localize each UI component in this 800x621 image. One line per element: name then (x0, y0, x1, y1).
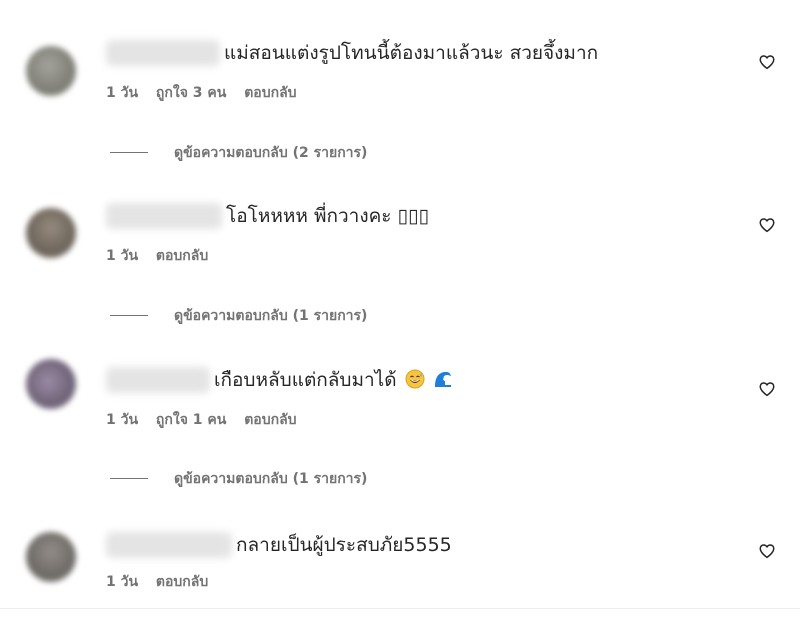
reply-button[interactable]: ตอบกลับ (156, 574, 208, 590)
reply-button[interactable]: ตอบกลับ (244, 412, 296, 428)
comment-text: เกือบหลับแต่กลับมาได้ (214, 367, 453, 393)
likes-count-link[interactable]: ถูกใจ 1 คน (156, 412, 226, 428)
avatar[interactable] (26, 46, 76, 96)
comment-time: 1 วัน (106, 574, 139, 590)
replies-divider-line (110, 315, 148, 316)
comment-meta: 1 วัน ถูกใจ 1 คน ตอบกลับ (106, 410, 310, 430)
username-redacted[interactable] (106, 532, 232, 558)
avatar[interactable] (26, 208, 76, 258)
reply-button[interactable]: ตอบกลับ (156, 248, 208, 264)
grinning-sweat-emoji (405, 369, 425, 389)
comment-time: 1 วัน (106, 248, 139, 264)
comment-meta: 1 วัน ตอบกลับ (106, 246, 221, 266)
view-replies-label: ดูข้อความตอบกลับ (1 รายการ) (174, 471, 368, 487)
heart-outline-icon[interactable] (758, 53, 776, 71)
replies-divider-line (110, 152, 148, 153)
username-redacted[interactable] (106, 40, 220, 66)
comment-meta: 1 วัน ตอบกลับ (106, 572, 221, 592)
avatar[interactable] (26, 359, 76, 409)
likes-count-link[interactable]: ถูกใจ 3 คน (156, 85, 226, 101)
section-divider (0, 608, 800, 609)
view-replies-label: ดูข้อความตอบกลับ (1 รายการ) (174, 308, 368, 324)
reply-button[interactable]: ตอบกลับ (244, 85, 296, 101)
comment-time: 1 วัน (106, 85, 139, 101)
view-replies-label: ดูข้อความตอบกลับ (2 รายการ) (174, 145, 368, 161)
wave-emoji (434, 371, 451, 387)
heart-outline-icon[interactable] (758, 216, 776, 234)
comment-text-body: เกือบหลับแต่กลับมาได้ (214, 369, 397, 391)
comment-text: กลายเป็นผู้ประสบภัย5555 (236, 534, 452, 556)
comment-time: 1 วัน (106, 412, 139, 428)
heart-outline-icon[interactable] (758, 380, 776, 398)
comment-text: โอโหหหห พี่กวางคะ ▯▯▯ (226, 205, 429, 227)
username-redacted[interactable] (106, 367, 210, 393)
comment-meta: 1 วัน ถูกใจ 3 คน ตอบกลับ (106, 83, 310, 103)
comment-text: แม่สอนแต่งรูปโทนนี้ต้องมาแล้วนะ สวยจึ้งม… (224, 42, 599, 64)
replies-divider-line (110, 478, 148, 479)
avatar[interactable] (26, 532, 76, 582)
username-redacted[interactable] (106, 203, 222, 229)
heart-outline-icon[interactable] (758, 542, 776, 560)
